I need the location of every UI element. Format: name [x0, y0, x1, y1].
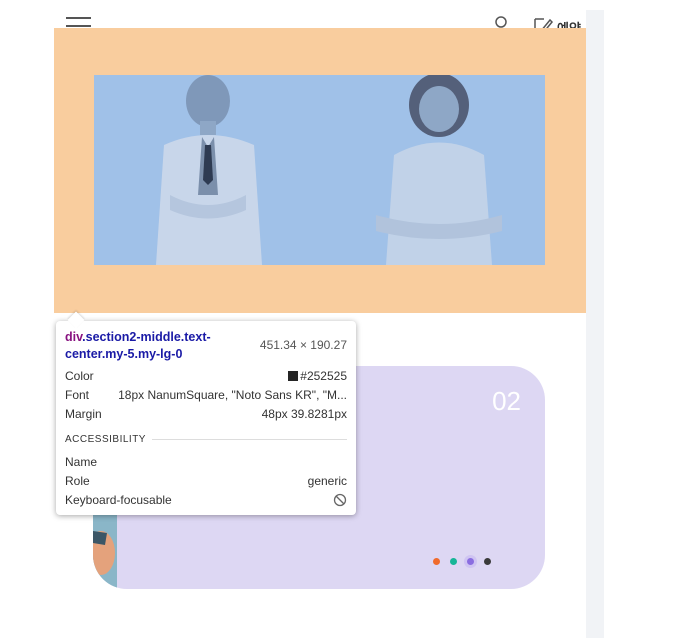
a11y-focusable-row: Keyboard-focusable	[65, 491, 347, 509]
card-photo	[93, 511, 117, 589]
carousel-dot[interactable]	[433, 558, 440, 565]
element-dimensions: 451.34 × 190.27	[259, 338, 347, 352]
a11y-name-row: Name	[65, 455, 98, 469]
color-swatch	[288, 371, 299, 381]
hero-section	[54, 28, 586, 313]
doctors-illustration	[156, 75, 502, 265]
margin-row: Margin 48px 39.8281px	[65, 407, 347, 421]
carousel-dot[interactable]	[484, 558, 491, 565]
a11y-role-row: Role generic	[65, 474, 347, 488]
element-selector: div.section2-middle.text-center.my-5.my-…	[65, 330, 211, 361]
card-number: 02	[492, 386, 521, 416]
scrollbar-gutter	[586, 10, 604, 638]
prohibited-icon	[333, 493, 347, 507]
accessibility-heading: ACCESSIBILITY	[65, 434, 347, 445]
devtools-inspect-tooltip: div.section2-middle.text-center.my-5.my-…	[56, 321, 356, 515]
font-row: Font 18px NanumSquare, "Noto Sans KR", "…	[65, 388, 347, 402]
carousel-dots	[433, 558, 491, 565]
doctors-photo	[94, 75, 545, 265]
color-row: Color #252525	[65, 369, 347, 383]
carousel-dot-active[interactable]	[467, 558, 474, 565]
carousel-dot[interactable]	[450, 558, 457, 565]
